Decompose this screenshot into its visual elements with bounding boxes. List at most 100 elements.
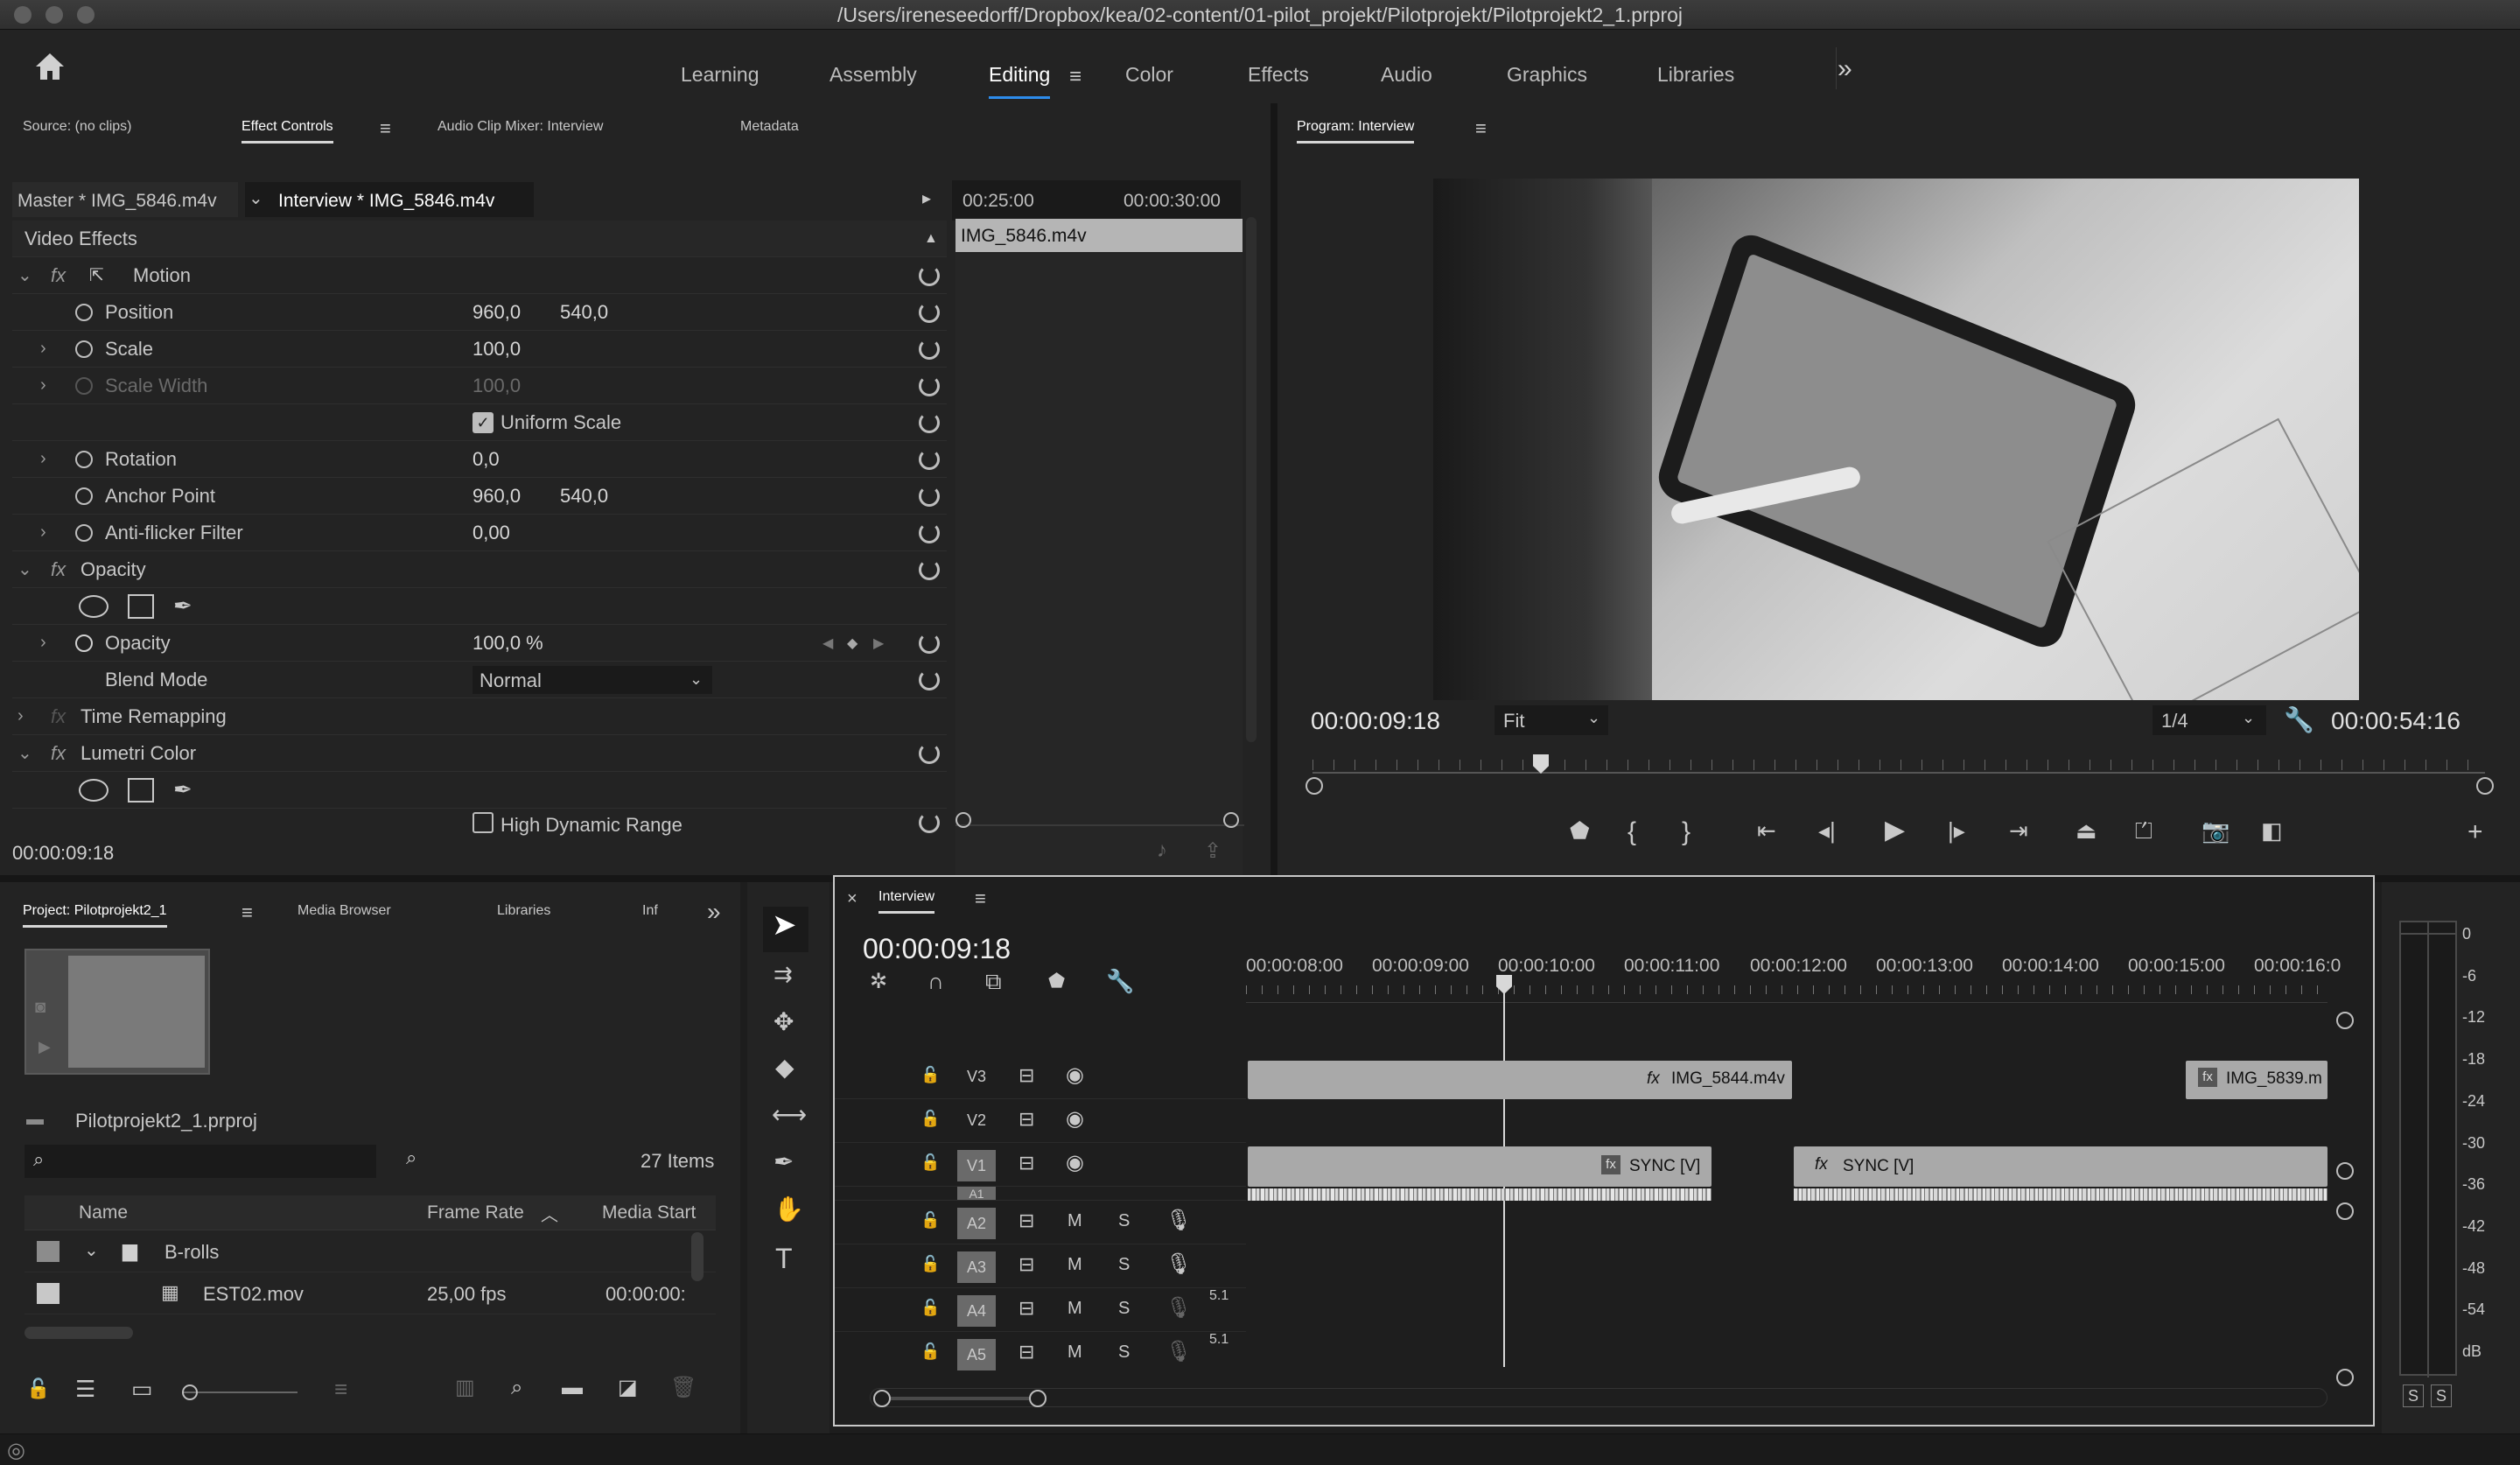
automate-to-sequence-icon[interactable]: ▥	[455, 1377, 475, 1398]
settings-wrench-icon[interactable]: 🔧	[2284, 705, 2314, 734]
anchor-y-value[interactable]: 540,0	[560, 485, 608, 508]
add-marker-icon[interactable]: ⬟	[1048, 971, 1065, 991]
zoom-handle-left[interactable]	[956, 812, 971, 828]
param-hdr[interactable]: High Dynamic Range	[12, 809, 947, 837]
column-frame-rate[interactable]: Frame Rate	[427, 1202, 524, 1223]
track-header-v1[interactable]: 🔓 V1 ⊟ ◉	[835, 1143, 1246, 1187]
sync-lock-icon[interactable]: ⊟	[1018, 1341, 1034, 1363]
mute-button[interactable]: M	[1068, 1299, 1082, 1319]
close-tab-icon[interactable]: ×	[847, 889, 858, 909]
effect-lumetri[interactable]: ⌄ fx Lumetri Color	[12, 735, 947, 772]
blend-mode-select[interactable]: Normal	[472, 665, 712, 694]
extract-icon[interactable]: ⏍	[2135, 819, 2152, 842]
find-icon[interactable]: ⌕	[511, 1377, 522, 1398]
track-name[interactable]: A3	[957, 1251, 996, 1283]
vertical-zoom-handle[interactable]	[2336, 1369, 2354, 1386]
tab-sequence[interactable]: Interview	[878, 889, 935, 914]
track-header-a3[interactable]: 🔓 A3 ⊟ M S 🎙	[835, 1244, 1246, 1288]
track-name[interactable]: A2	[957, 1208, 996, 1239]
sync-lock-icon[interactable]: ⊟	[1018, 1108, 1034, 1131]
track-header-a5[interactable]: 🔓 A5 ⊟ M S 🎙 5.1	[835, 1332, 1246, 1376]
effect-opacity[interactable]: ⌄ fx Opacity	[12, 551, 947, 588]
sort-ascending-icon[interactable]: ︿	[541, 1201, 558, 1226]
param-scale[interactable]: › Scale 100,0	[12, 331, 947, 368]
horizontal-scrollbar[interactable]	[24, 1327, 133, 1339]
mini-clip[interactable]: IMG_5846.m4v	[956, 219, 1242, 252]
new-bin-icon[interactable]: ▬	[562, 1377, 583, 1398]
microphone-icon[interactable]: 🎙	[1166, 1208, 1192, 1233]
mute-button[interactable]: M	[1068, 1255, 1082, 1275]
master-clip-selector[interactable]: Master * IMG_5846.m4v	[12, 182, 238, 217]
clip-v3-2[interactable]: fx IMG_5839.m	[2186, 1061, 2328, 1099]
uniform-scale-checkbox[interactable]: ✓	[472, 411, 494, 433]
panel-menu-icon[interactable]: ≡	[380, 117, 391, 140]
lock-icon[interactable]: 🔓	[920, 1255, 940, 1273]
microphone-icon[interactable]: 🎙	[1166, 1295, 1192, 1321]
param-opacity[interactable]: › Opacity 100,0 % ◀ ◆ ▶	[12, 625, 947, 662]
label-color-swatch[interactable]	[37, 1241, 60, 1262]
program-monitor-title[interactable]: Program: Interview	[1297, 119, 1415, 144]
step-back-icon[interactable]: ◂|	[1818, 819, 1836, 842]
hand-icon[interactable]: ✋	[774, 1197, 804, 1222]
linked-selection-icon[interactable]: ⧉	[985, 970, 1002, 992]
program-scrubber[interactable]	[1306, 754, 2494, 795]
play-icon[interactable]: ▶	[38, 1038, 51, 1056]
param-anchor-point[interactable]: Anchor Point 960,0 540,0	[12, 478, 947, 515]
project-search-input[interactable]: ⌕	[24, 1145, 376, 1178]
param-anti-flicker[interactable]: › Anti-flicker Filter 0,00	[12, 515, 947, 551]
chevron-down-icon[interactable]: ⌄	[248, 187, 263, 209]
scale-value[interactable]: 100,0	[472, 338, 521, 361]
opacity-value[interactable]: 100,0 %	[472, 632, 543, 655]
track-header-a4[interactable]: 🔓 A4 ⊟ M S 🎙 5.1	[835, 1288, 1246, 1332]
microphone-icon[interactable]: 🎙	[1166, 1251, 1192, 1277]
ellipse-mask-icon[interactable]	[79, 778, 108, 802]
effect-motion[interactable]: ⌄ fx ⇱ Motion	[12, 257, 947, 294]
track-name[interactable]: V1	[957, 1150, 996, 1181]
tab-audio-clip-mixer[interactable]: Audio Clip Mixer: Interview	[438, 119, 603, 135]
lock-icon[interactable]: 🔓	[920, 1110, 940, 1128]
effect-controls-timecode[interactable]: 00:00:09:18	[12, 842, 114, 865]
tab-source[interactable]: Source: (no clips)	[23, 119, 132, 135]
rectangle-mask-icon[interactable]	[128, 593, 154, 619]
tab-metadata[interactable]: Metadata	[740, 119, 799, 135]
play-only-audio-icon[interactable]: ▸	[922, 187, 931, 209]
previous-keyframe-icon[interactable]: ◀	[822, 634, 833, 652]
scroll-handle-right[interactable]	[2476, 777, 2494, 795]
column-media-start[interactable]: Media Start	[602, 1202, 696, 1223]
tab-effect-controls[interactable]: Effect Controls	[242, 119, 333, 144]
export-frame-camera-icon[interactable]: 📷	[2202, 819, 2230, 842]
workspace-tab-learning[interactable]: Learning	[681, 51, 760, 99]
track-header-v2[interactable]: 🔓 V2 ⊟ ◉	[835, 1099, 1246, 1143]
step-forward-icon[interactable]: |▸	[1948, 819, 1965, 842]
mark-in-icon[interactable]: {	[1628, 819, 1636, 845]
vertical-zoom-handle[interactable]	[2336, 1162, 2354, 1180]
eye-icon[interactable]: ◉	[1066, 1106, 1084, 1132]
sync-lock-icon[interactable]: ⊟	[1018, 1152, 1034, 1174]
sync-lock-icon[interactable]: ⊟	[1018, 1209, 1034, 1232]
track-name[interactable]: A4	[957, 1295, 996, 1327]
solo-button[interactable]: S	[1118, 1299, 1130, 1319]
solo-button[interactable]: S	[1118, 1211, 1130, 1231]
zoom-slider-handle[interactable]	[182, 1384, 198, 1400]
ripple-edit-icon[interactable]: ✥	[774, 1010, 794, 1034]
type-tool-icon[interactable]: T	[775, 1244, 793, 1272]
mute-button[interactable]: M	[1068, 1342, 1082, 1363]
lock-icon[interactable]: 🔓	[920, 1066, 940, 1084]
param-rotation[interactable]: › Rotation 0,0	[12, 441, 947, 478]
tab-project[interactable]: Project: Pilotprojekt2_1	[23, 903, 167, 928]
param-uniform-scale[interactable]: ✓ Uniform Scale	[12, 404, 947, 441]
tab-info[interactable]: Inf	[642, 903, 658, 919]
sync-lock-icon[interactable]: ⊟	[1018, 1297, 1034, 1320]
track-header-v3[interactable]: 🔓 V3 ⊟ ◉	[835, 1055, 1246, 1099]
label-color-swatch[interactable]	[37, 1283, 60, 1304]
scrollbar[interactable]	[1246, 217, 1256, 742]
program-playhead-timecode[interactable]: 00:00:09:18	[1311, 707, 1440, 735]
button-editor-plus-icon[interactable]: +	[2468, 819, 2483, 845]
pen-tool-icon[interactable]: ✒	[774, 1150, 794, 1174]
rotation-value[interactable]: 0,0	[472, 448, 500, 471]
timeline-settings-wrench-icon[interactable]: 🔧	[1106, 970, 1134, 992]
new-item-icon[interactable]: ◪	[618, 1377, 638, 1398]
timeline-ruler[interactable]: 00:00:08:00 00:00:09:00 00:00:10:00 00:0…	[1246, 950, 2341, 1003]
track-name[interactable]: V3	[957, 1062, 996, 1090]
track-header-a1[interactable]: A1	[835, 1187, 1246, 1201]
